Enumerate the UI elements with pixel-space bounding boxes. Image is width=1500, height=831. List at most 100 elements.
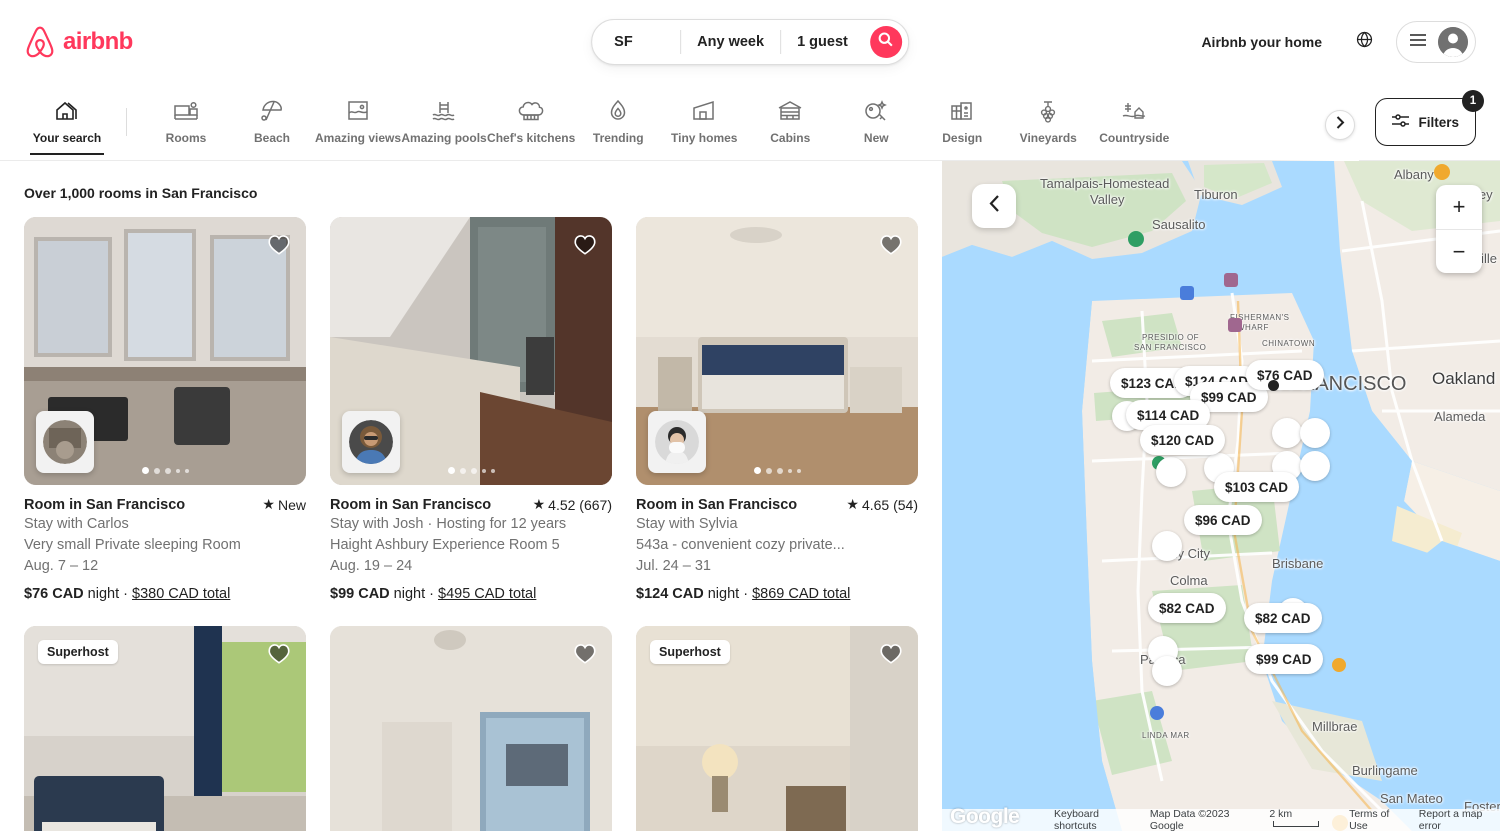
listing-image[interactable]: Superhost xyxy=(24,626,306,831)
map-price-marker[interactable]: $120 CAD xyxy=(1140,425,1226,455)
carousel-dot[interactable] xyxy=(184,468,189,473)
map-price-marker[interactable]: $82 CAD xyxy=(1148,593,1226,623)
category-rooms[interactable]: Rooms xyxy=(143,84,229,155)
listing-rating: ★ 4.52 (667) xyxy=(533,496,612,513)
category-design[interactable]: Design xyxy=(919,84,1005,155)
keyboard-shortcuts-link[interactable]: Keyboard shortcuts xyxy=(1054,808,1137,831)
listing-image[interactable] xyxy=(330,217,612,485)
profile-menu-button[interactable] xyxy=(1396,21,1476,63)
image-carousel-dots[interactable] xyxy=(330,467,612,474)
search-dates[interactable]: Any week xyxy=(681,20,780,64)
category-your-search[interactable]: Your search xyxy=(24,84,110,155)
carousel-dot[interactable] xyxy=(776,467,783,474)
carousel-dot[interactable] xyxy=(470,467,477,474)
listing-image[interactable] xyxy=(636,217,918,485)
carousel-dot[interactable] xyxy=(753,467,761,474)
language-globe-button[interactable] xyxy=(1344,22,1384,62)
report-map-error-link[interactable]: Report a map error xyxy=(1419,808,1500,831)
carousel-dot[interactable] xyxy=(490,468,495,473)
map-price-marker-blank[interactable] xyxy=(1300,451,1330,481)
carousel-dot[interactable] xyxy=(765,467,772,474)
map-price-marker-blank[interactable] xyxy=(1300,418,1330,448)
map-price-marker-blank[interactable] xyxy=(1272,418,1302,448)
map-selected-dot[interactable] xyxy=(1268,380,1279,391)
results-panel[interactable]: Over 1,000 rooms in San Francisco Room i… xyxy=(0,161,942,831)
host-avatar-badge xyxy=(36,411,94,473)
airbnb-logo[interactable]: airbnb xyxy=(24,25,133,59)
map-label-linda-mar: LINDA MAR xyxy=(1142,731,1190,740)
map-price-marker-blank[interactable] xyxy=(1156,457,1186,487)
category-trending[interactable]: Trending xyxy=(575,84,661,155)
listing-title-row: Room in San Francisco ★ 4.65 (54) xyxy=(636,496,918,513)
listing-card[interactable]: Room in San Francisco ★ New Stay with Ca… xyxy=(24,217,306,602)
airbnb-your-home-link[interactable]: Airbnb your home xyxy=(1187,22,1336,62)
carousel-dot[interactable] xyxy=(481,468,486,473)
map-collapse-button[interactable] xyxy=(972,184,1016,228)
heart-icon[interactable] xyxy=(572,640,598,666)
listing-image[interactable] xyxy=(330,626,612,831)
map-zoom-controls[interactable]: + − xyxy=(1436,185,1482,273)
listing-title: Room in San Francisco xyxy=(636,497,798,513)
poi-albany-icon xyxy=(1434,164,1450,180)
chevron-left-icon xyxy=(988,195,1000,217)
listing-card[interactable] xyxy=(330,626,612,831)
map-price-marker[interactable]: $103 CAD xyxy=(1214,472,1300,502)
price-total-link[interactable]: $380 CAD total xyxy=(132,586,230,602)
terms-of-use-link[interactable]: Terms of Use xyxy=(1349,808,1406,831)
search-bar[interactable]: SF Any week 1 guest xyxy=(591,19,909,65)
category-new[interactable]: New xyxy=(833,84,919,155)
heart-icon[interactable] xyxy=(878,231,904,257)
listing-image[interactable] xyxy=(24,217,306,485)
listing-card[interactable]: Superhost xyxy=(24,626,306,831)
search-location[interactable]: SF xyxy=(592,20,680,64)
category-next-button[interactable] xyxy=(1325,109,1356,140)
image-carousel-dots[interactable] xyxy=(24,467,306,474)
category-amazing-views[interactable]: Amazing views xyxy=(315,84,401,155)
map-price-marker[interactable]: $76 CAD xyxy=(1246,360,1324,390)
price-total-link[interactable]: $869 CAD total xyxy=(752,586,850,602)
category-beach[interactable]: Beach xyxy=(229,84,315,155)
carousel-dot[interactable] xyxy=(175,468,180,473)
sparkle-key-icon xyxy=(863,98,889,124)
price-total-link[interactable]: $495 CAD total xyxy=(438,586,536,602)
grapes-icon xyxy=(1035,98,1061,124)
search-guests[interactable]: 1 guest xyxy=(781,20,864,64)
zoom-out-button[interactable]: − xyxy=(1436,229,1482,273)
category-scroller[interactable]: Your search Rooms Beach Amazing views Am… xyxy=(24,83,1360,161)
carousel-dot[interactable] xyxy=(447,467,455,474)
category-vineyards[interactable]: Vineyards xyxy=(1005,84,1091,155)
category-tiny-homes[interactable]: Tiny homes xyxy=(661,84,747,155)
map-panel[interactable]: Tamalpais-Homestead Valley Tiburon Sausa… xyxy=(942,161,1500,831)
category-label: Rooms xyxy=(165,130,207,145)
carousel-dot[interactable] xyxy=(796,468,801,473)
map-price-marker-blank[interactable] xyxy=(1152,531,1182,561)
map-price-marker[interactable]: $82 CAD xyxy=(1244,603,1322,633)
zoom-in-button[interactable]: + xyxy=(1436,185,1482,229)
filters-button[interactable]: Filters xyxy=(1375,98,1476,146)
listing-image[interactable]: Superhost xyxy=(636,626,918,831)
map-price-marker[interactable]: $96 CAD xyxy=(1184,505,1262,535)
category-label: New xyxy=(863,130,889,145)
heart-icon[interactable] xyxy=(878,640,904,666)
carousel-dot[interactable] xyxy=(164,467,171,474)
search-button[interactable] xyxy=(869,26,902,58)
listing-card[interactable]: Room in San Francisco ★ 4.52 (667) Stay … xyxy=(330,217,612,602)
map-price-marker[interactable]: $99 CAD xyxy=(1245,644,1323,674)
heart-icon[interactable] xyxy=(572,231,598,257)
carousel-dot[interactable] xyxy=(787,468,792,473)
category-amazing-pools[interactable]: Amazing pools xyxy=(401,84,487,155)
carousel-dot[interactable] xyxy=(141,467,149,474)
heart-icon[interactable] xyxy=(266,231,292,257)
listing-card[interactable]: Superhost xyxy=(636,626,918,831)
category-chefs-kitchens[interactable]: Chef's kitchens xyxy=(487,84,575,155)
listing-card[interactable]: Room in San Francisco ★ 4.65 (54) Stay w… xyxy=(636,217,918,602)
category-label: Amazing views xyxy=(315,130,402,145)
map-price-marker-blank[interactable] xyxy=(1152,656,1182,686)
carousel-dot[interactable] xyxy=(153,467,160,474)
category-countryside[interactable]: Countryside xyxy=(1091,84,1177,155)
heart-icon[interactable] xyxy=(266,640,292,666)
image-carousel-dots[interactable] xyxy=(636,467,918,474)
category-cabins[interactable]: Cabins xyxy=(747,84,833,155)
carousel-dot[interactable] xyxy=(459,467,466,474)
rating-value: New xyxy=(277,496,306,513)
